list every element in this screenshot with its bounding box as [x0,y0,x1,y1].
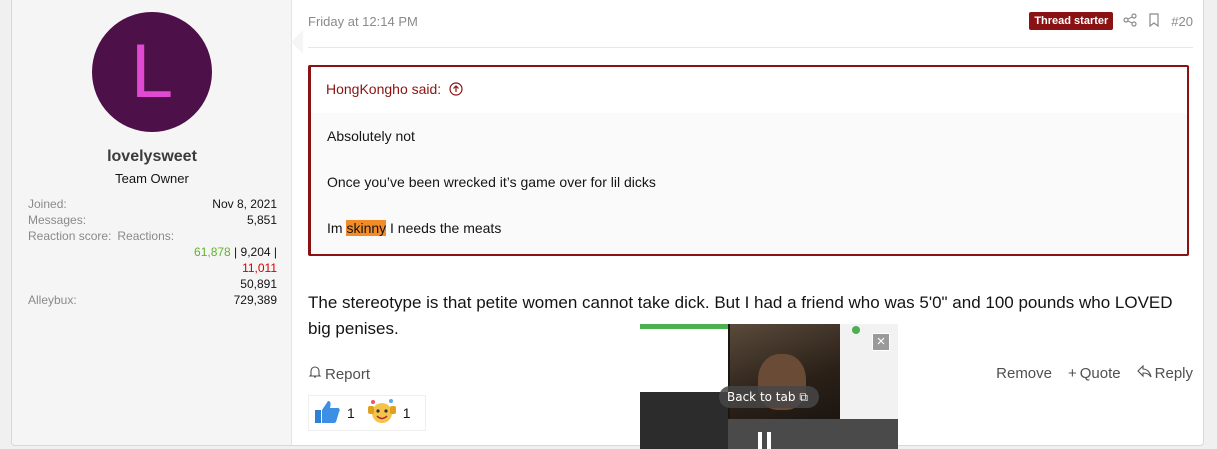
stat-value-messages: 5,851 [246,213,277,227]
post-card: L lovelysweet Team Owner Joined: Nov 8, 2… [11,0,1204,446]
quote-header[interactable]: HongKongho said: [311,67,1187,113]
thread-starter-badge: Thread starter [1029,12,1114,30]
bookmark-icon[interactable] [1147,12,1161,30]
header-divider [308,47,1193,48]
plus-icon: + [1068,365,1077,382]
pip-thumbnail [640,324,728,392]
reply-label: Reply [1154,365,1193,382]
quote-body: Absolutely not Once you’ve been wrecked … [311,113,1187,251]
reaction-count: 1 [347,405,355,421]
reaction-count: 1 [402,405,411,421]
cheer-emoji-icon[interactable] [367,398,397,429]
back-to-tab-label: Back to tab [727,390,796,404]
username[interactable]: lovelysweet [12,148,292,166]
pip-bottom-bar [728,419,898,449]
user-stats: Joined: Nov 8, 2021 Messages: 5,851 Reacti… [28,196,277,308]
reaction-sep-2: | [270,245,277,259]
quote-line: Absolutely not [327,128,415,144]
remove-button[interactable]: Remove [996,365,1052,382]
highlighted-word: skinny [346,220,387,236]
stat-label-alleybux: Alleybux: [28,293,77,307]
post-date[interactable]: Friday at 12:14 PM [308,14,418,29]
user-info-panel: L lovelysweet Team Owner Joined: Nov 8, 2… [12,0,292,445]
pause-icon[interactable] [758,432,780,449]
quote-prefix: Im [327,220,347,236]
quote-label: Quote [1079,365,1121,382]
user-cell-arrow [291,30,303,54]
stat-label-messages: Messages: [28,213,87,227]
reaction-neutral: 9,204 [240,245,271,259]
stat-label-reaction-score: Reaction score: [28,229,112,243]
report-label: Report [325,365,371,383]
reply-icon [1136,364,1152,382]
stat-label-joined: Joined: [28,197,67,211]
post-header-actions: Thread starter #20 [1029,12,1193,30]
reaction-negative: 11,011 [242,261,277,275]
reaction-sep-1: | [230,245,241,259]
share-icon[interactable] [1123,12,1137,30]
close-icon[interactable]: × [872,333,890,351]
stat-label-reactions: Reactions: [117,229,175,243]
quote-line: Once you’ve been wrecked it’s game over … [327,174,656,190]
user-title: Team Owner [115,171,189,186]
reply-button[interactable]: Reply [1136,364,1193,382]
arrow-up-circle-icon[interactable] [449,81,463,97]
pip-app-indicator [852,326,862,336]
back-to-tab-button[interactable]: Back to tab ⧉ [719,386,819,408]
quote-author[interactable]: HongKongho said: [326,81,441,97]
post-number[interactable]: #20 [1171,14,1193,29]
quote-block: HongKongho said: Absolutely not Once you… [308,65,1189,256]
thumbs-up-icon[interactable] [313,399,341,428]
external-link-icon: ⧉ [799,390,808,404]
stat-value-alleybux: 729,389 [233,293,277,307]
quote-button[interactable]: + Quote [1068,365,1121,382]
quote-suffix: I needs the meats [386,220,502,236]
quote-line: Im skinny I needs the meats [327,205,1171,251]
stat-value-joined: Nov 8, 2021 [212,197,277,211]
post-footer-actions: Remove + Quote Reply [996,364,1193,382]
bell-icon [308,365,322,383]
remove-label: Remove [996,365,1052,382]
reaction-total: 50,891 [240,277,277,291]
avatar[interactable]: L [92,12,212,132]
reactions-bar[interactable]: 1 1 [308,395,426,431]
picture-in-picture-window[interactable]: Back to tab ⧉ × [640,324,898,449]
reaction-positive: 61,878 [194,245,231,259]
report-button[interactable]: Report [308,365,370,383]
